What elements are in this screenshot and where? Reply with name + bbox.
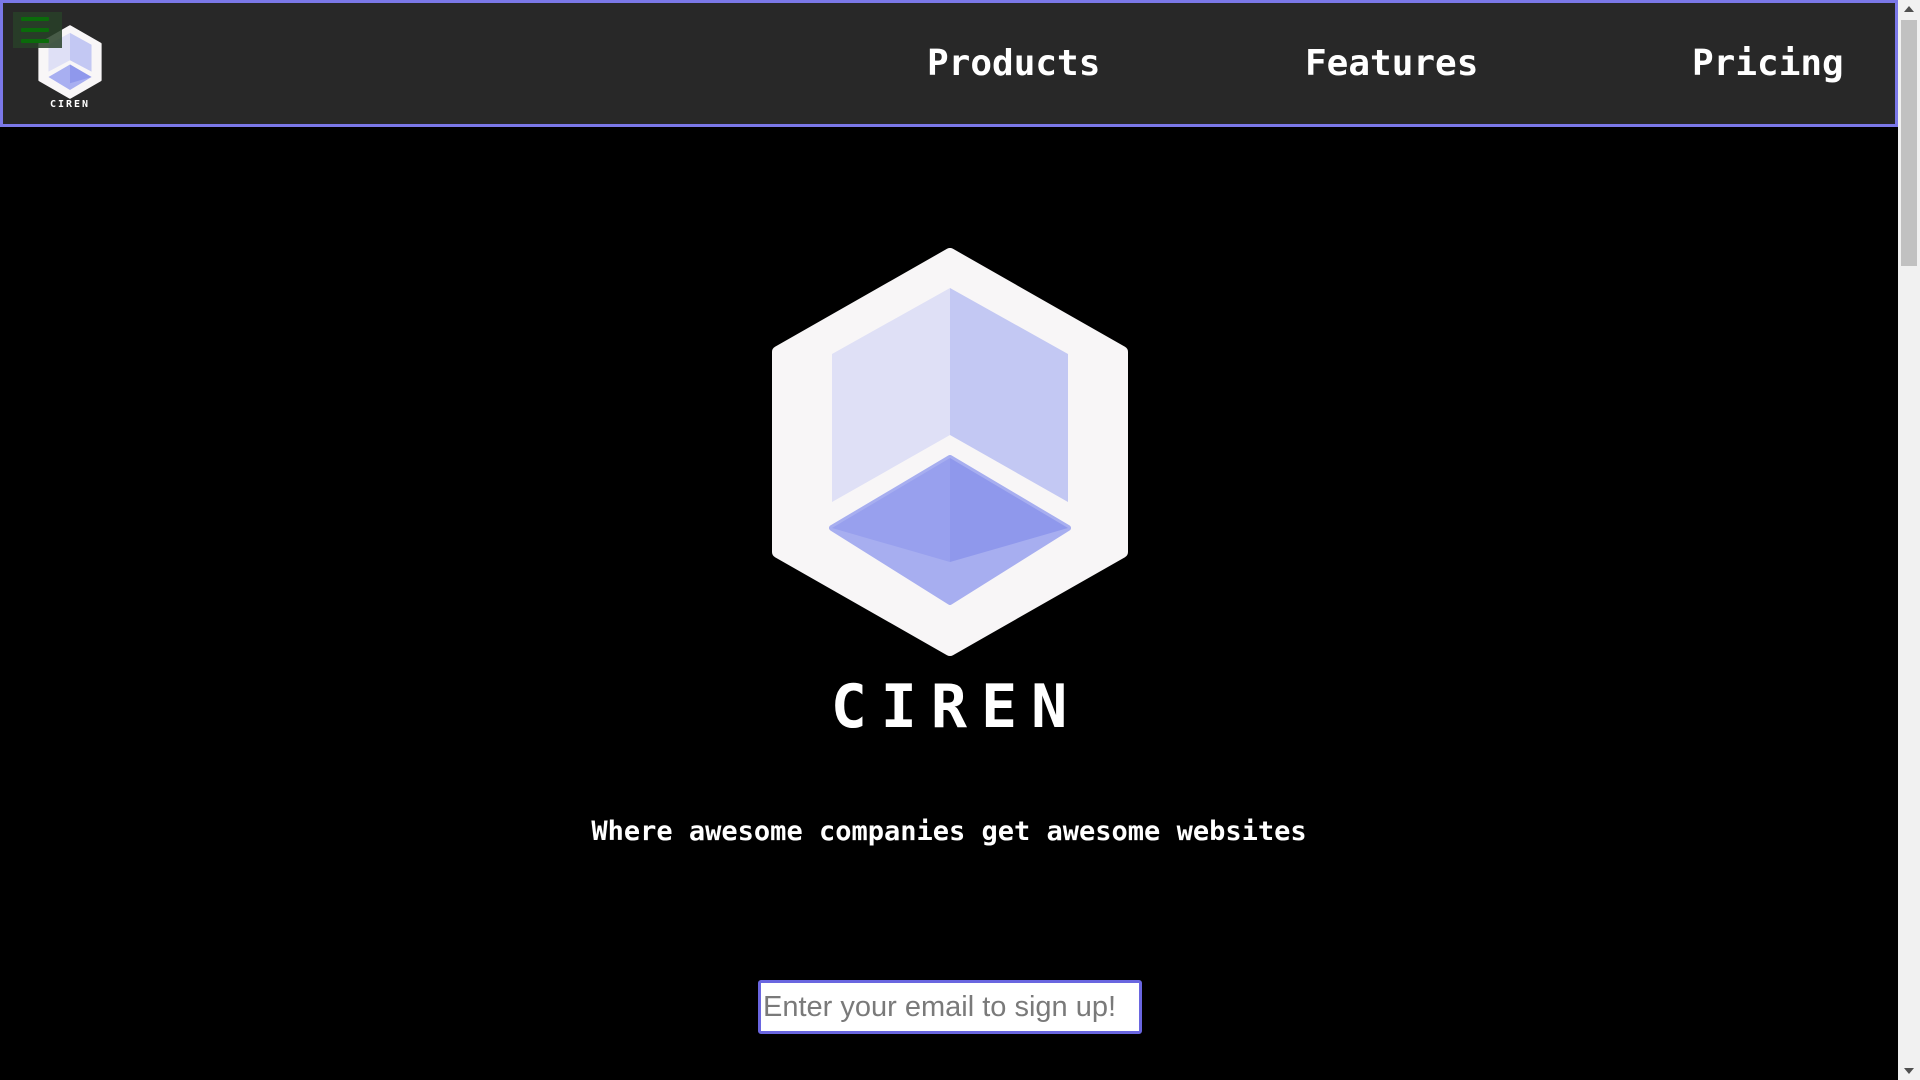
nav-link-pricing[interactable]: Pricing [1692,43,1844,84]
hamburger-line [21,28,49,32]
nav-logo-text: CIREN [49,99,91,110]
navbar: CIREN Products Features Pricing [0,0,1898,127]
scroll-down-arrow-icon[interactable] [1898,1062,1920,1080]
vertical-scrollbar[interactable] [1898,0,1920,1080]
hexagon-cube-logo-icon [772,248,1128,656]
hamburger-icon[interactable] [13,12,62,48]
tagline: Where awesome companies get awesome webs… [591,816,1307,847]
page: CIREN Products Features Pricing CIREN Wh… [0,0,1898,1080]
email-signup-input[interactable] [758,980,1142,1034]
nav-link-products[interactable]: Products [927,43,1100,84]
hamburger-line [21,17,49,21]
scroll-thumb[interactable] [1901,20,1917,266]
scroll-up-arrow-icon[interactable] [1898,0,1920,18]
nav-link-features[interactable]: Features [1305,43,1478,84]
hamburger-line [21,39,49,43]
brand-title: CIREN [830,672,1082,742]
